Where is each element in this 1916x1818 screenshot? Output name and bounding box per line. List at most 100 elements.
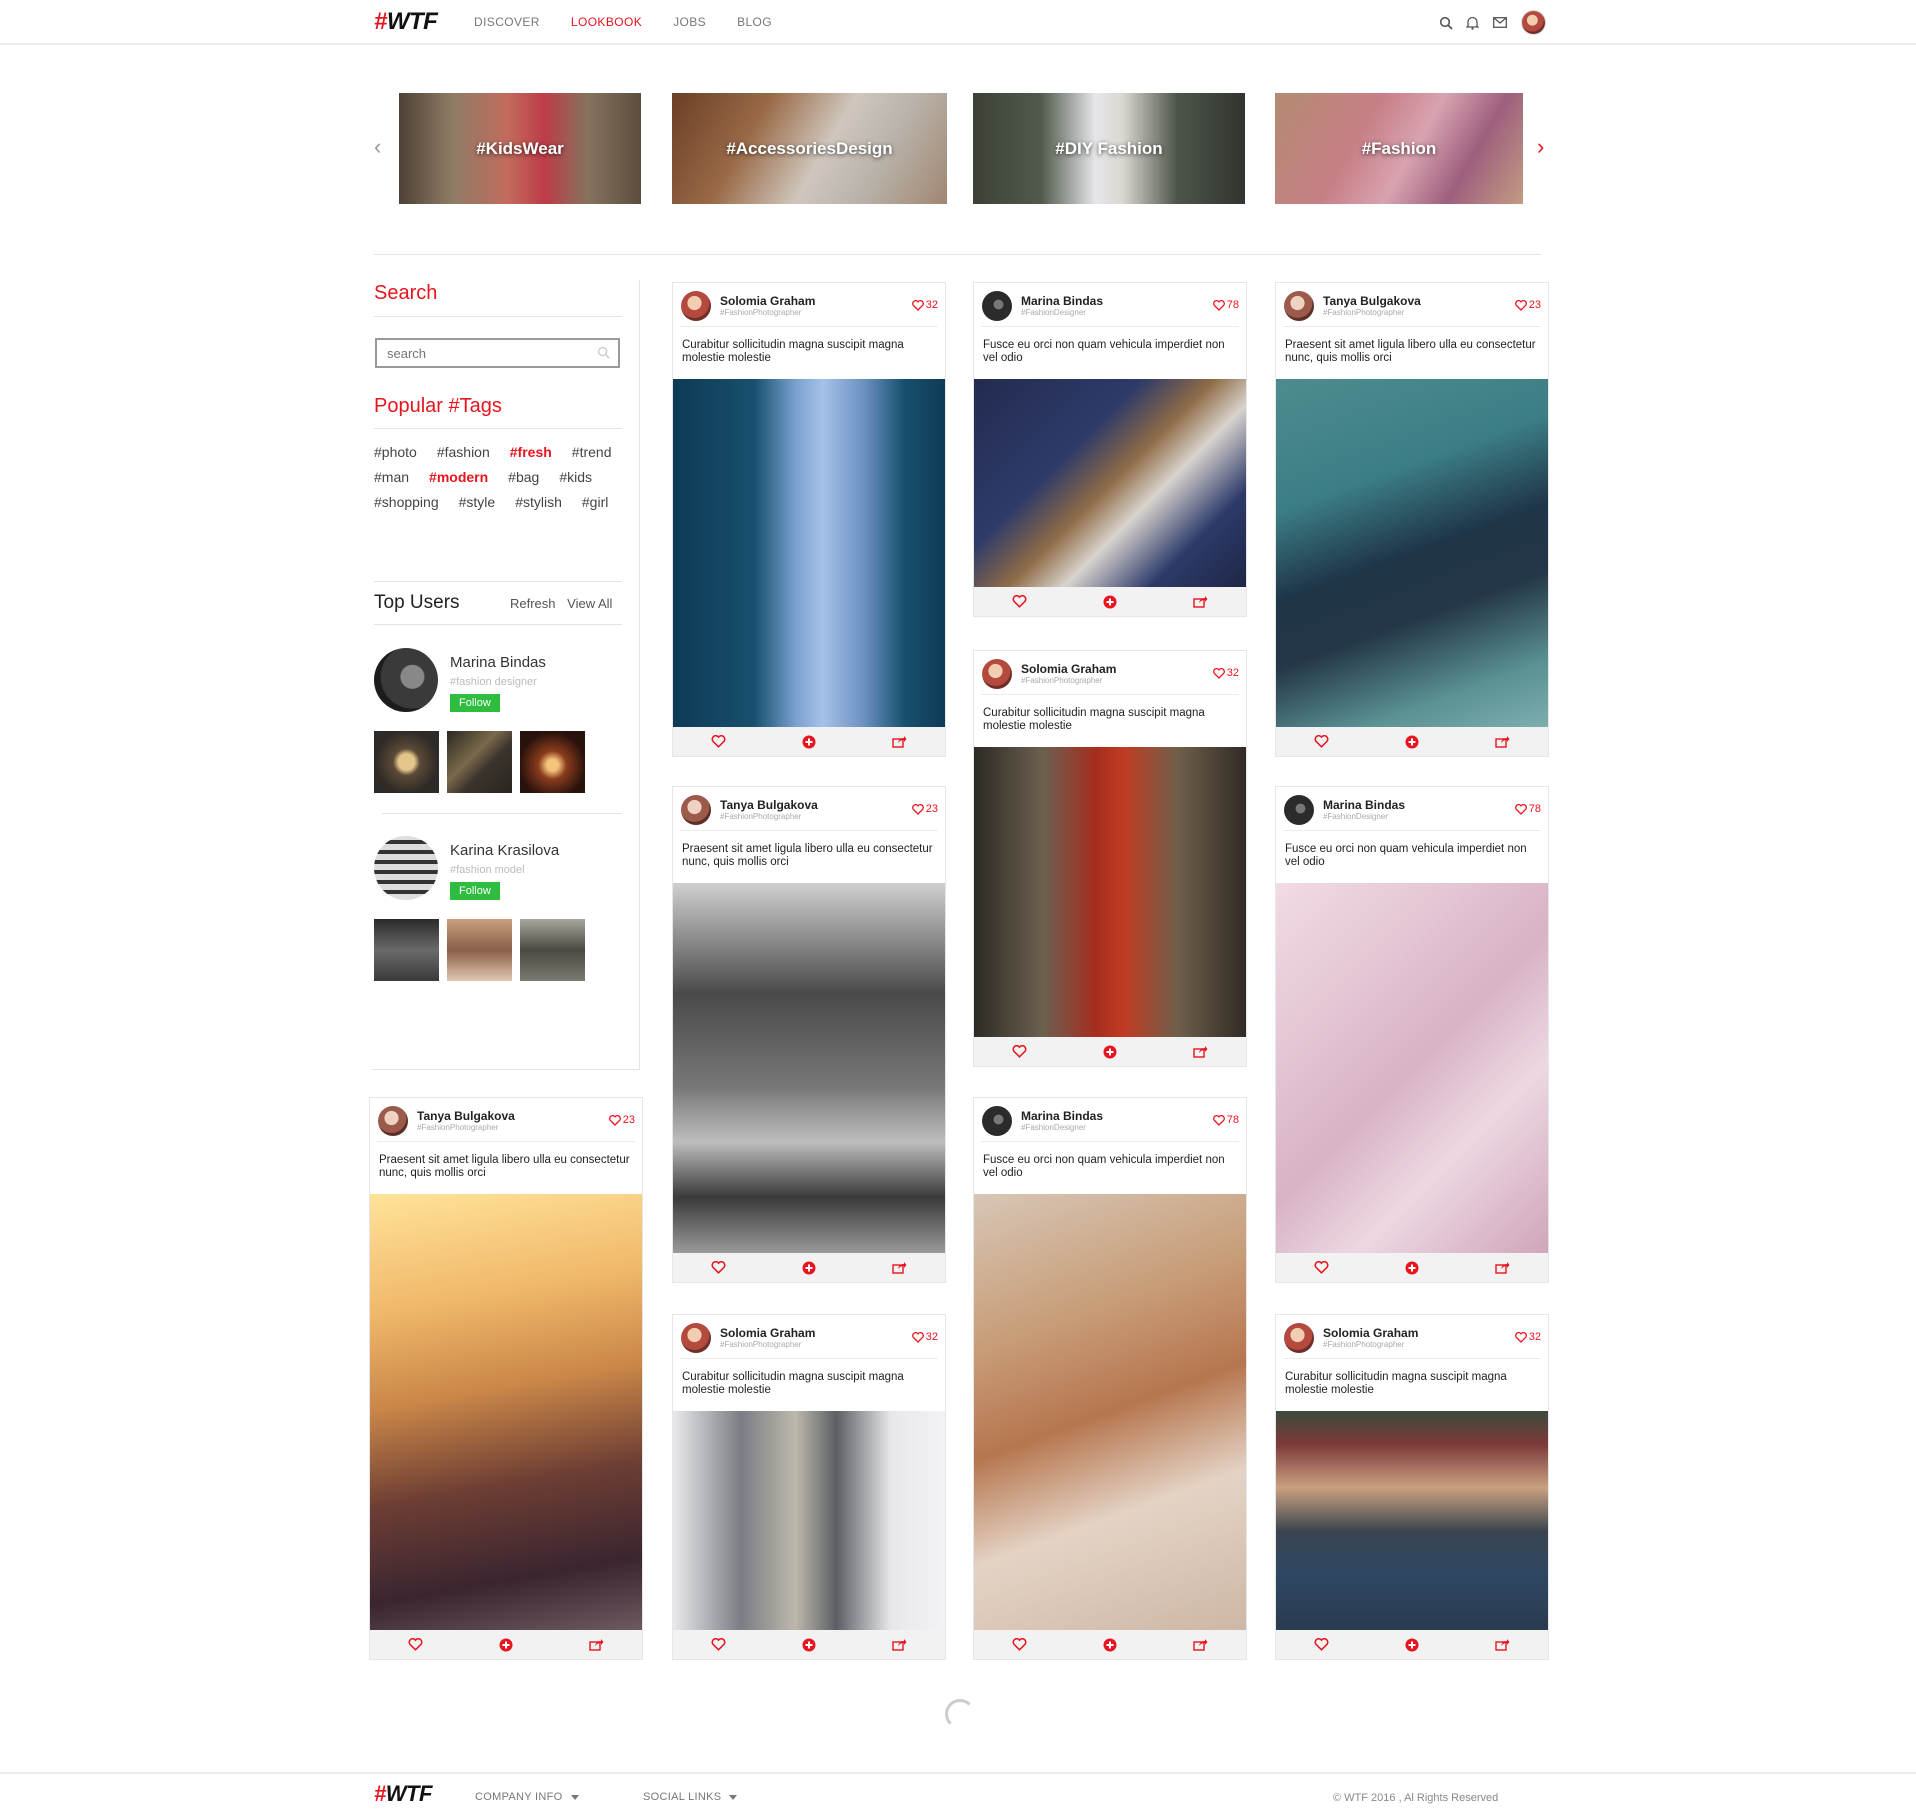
follow-button[interactable]: Follow [450,882,500,900]
tag-link[interactable]: #bag [508,469,539,485]
heart-icon[interactable] [1314,1261,1329,1274]
heart-icon[interactable] [711,1638,726,1651]
post-image[interactable] [370,1194,642,1630]
view-all-link[interactable]: View All [567,596,612,611]
carousel-next-arrow[interactable]: › [1537,136,1544,158]
heart-icon[interactable] [1314,1638,1329,1651]
nav-blog[interactable]: BLOG [737,15,772,29]
category-tile[interactable]: #AccessoriesDesign [672,93,947,204]
like-count[interactable]: 32 [1212,667,1239,679]
add-icon[interactable] [499,1638,513,1652]
tag-link[interactable]: #fashion [437,444,490,460]
avatar[interactable] [374,648,438,712]
tag-link[interactable]: #kids [559,469,592,485]
add-icon[interactable] [1405,1638,1419,1652]
bell-icon[interactable] [1459,12,1486,34]
category-tile[interactable]: #KidsWear [399,93,641,204]
post-image[interactable] [1276,379,1548,727]
tag-link[interactable]: #style [459,494,496,510]
avatar[interactable] [1284,1323,1314,1353]
thumbnail[interactable] [374,731,439,793]
nav-discover[interactable]: DISCOVER [474,15,540,29]
like-count[interactable]: 78 [1212,1114,1239,1126]
heart-icon[interactable] [1012,595,1027,608]
author-name[interactable]: Marina Bindas [1323,798,1405,812]
mail-icon[interactable] [1486,12,1513,34]
tag-link[interactable]: #girl [582,494,608,510]
tag-link[interactable]: #man [374,469,409,485]
like-count[interactable]: 23 [608,1114,635,1126]
thumbnail[interactable] [374,919,439,981]
add-icon[interactable] [802,735,816,749]
tag-link[interactable]: #photo [374,444,417,460]
like-count[interactable]: 32 [1514,1331,1541,1343]
share-icon[interactable] [1495,735,1510,748]
post-image[interactable] [1276,1411,1548,1630]
avatar[interactable] [681,291,711,321]
like-count[interactable]: 32 [911,1331,938,1343]
company-info-menu[interactable]: COMPANY INFO [475,1791,579,1803]
social-links-menu[interactable]: SOCIAL LINKS [643,1791,738,1803]
refresh-link[interactable]: Refresh [510,596,556,611]
share-icon[interactable] [1193,595,1208,608]
follow-button[interactable]: Follow [450,694,500,712]
category-tile[interactable]: #DIY Fashion [973,93,1245,204]
add-icon[interactable] [1405,1261,1419,1275]
author-name[interactable]: Solomia Graham [1323,1326,1418,1340]
thumbnail[interactable] [520,731,585,793]
add-icon[interactable] [1103,1638,1117,1652]
author-name[interactable]: Tanya Bulgakova [720,798,818,812]
user-name[interactable]: Marina Bindas [450,654,546,671]
user-avatar[interactable] [1521,10,1546,35]
share-icon[interactable] [589,1638,604,1651]
nav-lookbook[interactable]: LOOKBOOK [571,15,642,29]
like-count[interactable]: 23 [1514,299,1541,311]
search-icon[interactable] [597,346,610,364]
author-name[interactable]: Solomia Graham [720,1326,815,1340]
like-count[interactable]: 23 [911,803,938,815]
site-logo[interactable]: #WTF [374,8,438,36]
author-name[interactable]: Solomia Graham [720,294,815,308]
tag-link[interactable]: #shopping [374,494,439,510]
add-icon[interactable] [802,1638,816,1652]
share-icon[interactable] [892,1638,907,1651]
avatar[interactable] [1284,291,1314,321]
post-image[interactable] [673,883,945,1253]
author-name[interactable]: Tanya Bulgakova [1323,294,1421,308]
avatar[interactable] [374,836,438,900]
post-image[interactable] [1276,883,1548,1253]
author-name[interactable]: Marina Bindas [1021,1109,1103,1123]
like-count[interactable]: 78 [1514,803,1541,815]
nav-jobs[interactable]: JOBS [673,15,706,29]
add-icon[interactable] [1103,595,1117,609]
author-name[interactable]: Solomia Graham [1021,662,1116,676]
post-image[interactable] [673,1411,945,1630]
add-icon[interactable] [1405,735,1419,749]
author-name[interactable]: Marina Bindas [1021,294,1103,308]
avatar[interactable] [982,291,1012,321]
category-tile[interactable]: #Fashion [1275,93,1523,204]
like-count[interactable]: 78 [1212,299,1239,311]
share-icon[interactable] [1193,1638,1208,1651]
heart-icon[interactable] [1012,1045,1027,1058]
avatar[interactable] [982,659,1012,689]
avatar[interactable] [681,795,711,825]
post-image[interactable] [673,379,945,727]
tag-link[interactable]: #trend [572,444,612,460]
heart-icon[interactable] [711,1261,726,1274]
thumbnail[interactable] [447,731,512,793]
like-count[interactable]: 32 [911,299,938,311]
avatar[interactable] [378,1106,408,1136]
search-input[interactable] [377,340,618,366]
heart-icon[interactable] [1314,735,1329,748]
share-icon[interactable] [892,735,907,748]
footer-logo[interactable]: #WTF [374,1781,432,1807]
tag-link[interactable]: #modern [429,469,488,485]
heart-icon[interactable] [408,1638,423,1651]
tag-link[interactable]: #stylish [515,494,562,510]
heart-icon[interactable] [711,735,726,748]
avatar[interactable] [1284,795,1314,825]
avatar[interactable] [681,1323,711,1353]
heart-icon[interactable] [1012,1638,1027,1651]
avatar[interactable] [982,1106,1012,1136]
